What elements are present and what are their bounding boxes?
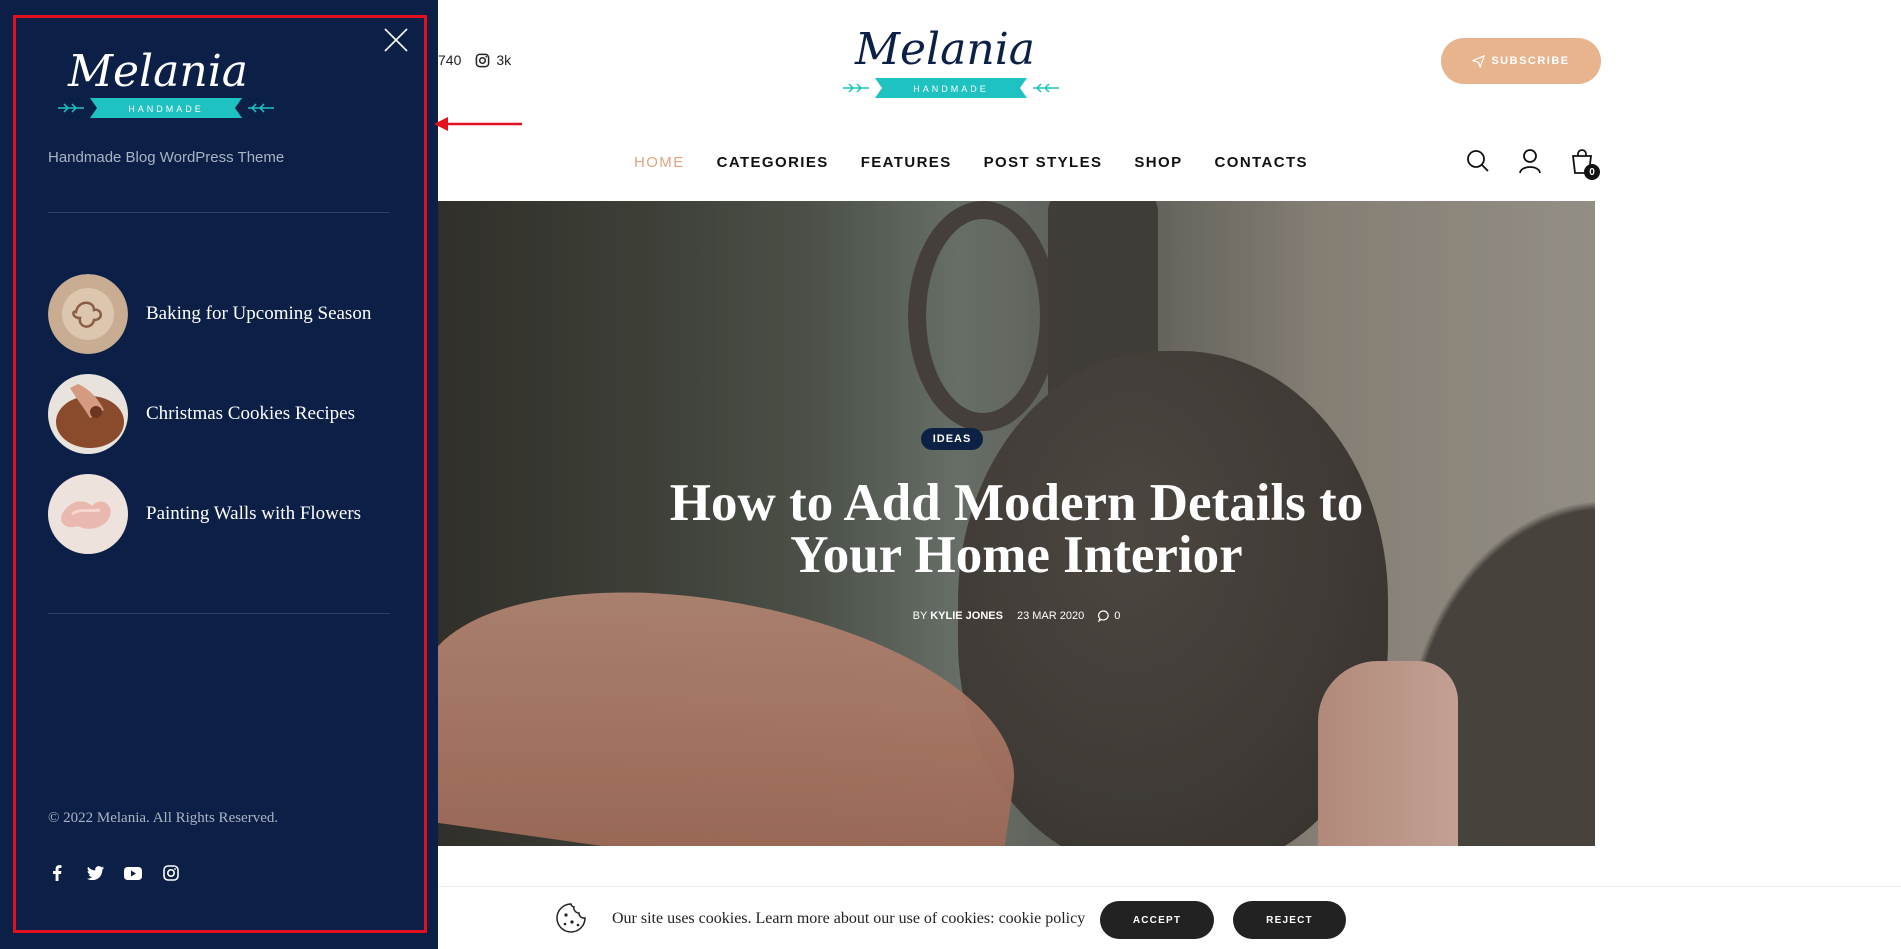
sidebar-divider xyxy=(48,212,390,213)
nav-item-contacts[interactable]: CONTACTS xyxy=(1215,154,1308,171)
instagram-link[interactable] xyxy=(162,864,180,882)
account-button[interactable] xyxy=(1518,148,1542,174)
nav-item-features[interactable]: FEATURES xyxy=(861,154,952,171)
category-badge[interactable]: IDEAS xyxy=(921,428,983,450)
close-icon[interactable] xyxy=(382,26,410,54)
subscribe-button[interactable]: SUBSCRIBE xyxy=(1441,38,1601,84)
comment-icon xyxy=(1098,610,1109,622)
hero-meta: BY KYLIE JONES 23 MAR 2020 0 xyxy=(438,610,1595,622)
cart-button[interactable]: 0 xyxy=(1570,148,1600,180)
post-title: Painting Walls with Flowers xyxy=(146,503,362,524)
header-social-counts: 740 3k xyxy=(438,52,511,68)
sidebar-tagline: Handmade Blog WordPress Theme xyxy=(48,149,285,166)
cart-count-badge: 0 xyxy=(1584,164,1600,180)
nav-item-categories[interactable]: CATEGORIES xyxy=(717,154,829,171)
accept-cookies-button[interactable]: ACCEPT xyxy=(1100,901,1214,939)
post-thumbnail[interactable] xyxy=(48,474,128,554)
search-button[interactable] xyxy=(1466,148,1490,174)
post-author: KYLIE JONES xyxy=(930,610,1003,622)
sidebar-social-links xyxy=(48,864,180,882)
social-count-partial[interactable]: 740 xyxy=(438,52,461,68)
cookie-banner: Our site uses cookies. Learn more about … xyxy=(438,886,1901,949)
logo-ribbon-text: HANDMADE xyxy=(913,84,989,94)
social-count-value: 740 xyxy=(438,52,462,68)
main-nav: HOME CATEGORIES FEATURES POST STYLES SHO… xyxy=(634,154,1308,171)
nav-item-shop[interactable]: SHOP xyxy=(1134,154,1182,171)
instagram-icon xyxy=(163,865,179,881)
user-icon xyxy=(1519,149,1541,174)
logo-script-text: Melania xyxy=(854,24,1035,75)
hero-featured-post[interactable]: IDEAS How to Add Modern Details to Your … xyxy=(438,201,1595,846)
post-thumbnail[interactable] xyxy=(48,374,128,454)
social-count-instagram[interactable]: 3k xyxy=(475,52,511,68)
post-date: 23 MAR 2020 xyxy=(1016,610,1085,622)
sidebar-post-item[interactable]: Christmas Cookies Recipes xyxy=(48,374,355,454)
sidebar-logo-ribbon-text: HANDMADE xyxy=(128,104,204,114)
post-comments[interactable]: 0 xyxy=(1098,610,1120,622)
cookie-icon xyxy=(556,903,586,933)
sidebar-logo-script-text: Melania xyxy=(67,46,248,97)
post-title: Christmas Cookies Recipes xyxy=(146,403,355,424)
post-title: Baking for Upcoming Season xyxy=(146,303,372,324)
youtube-link[interactable] xyxy=(124,864,142,882)
social-count-value: 3k xyxy=(496,52,512,68)
annotation-arrow-icon xyxy=(434,117,522,131)
hero-title-line-1: How to Add Modern Details to xyxy=(669,474,1364,532)
header-icons: 0 xyxy=(1466,148,1600,180)
copyright-text: © 2022 Melania. All Rights Reserved. xyxy=(48,810,279,826)
sidebar-logo[interactable]: Melania HANDMADE xyxy=(46,46,286,124)
post-thumbnail[interactable] xyxy=(48,274,128,354)
author-prefix: BY xyxy=(912,610,928,622)
sidebar-divider xyxy=(48,613,390,614)
facebook-link[interactable] xyxy=(48,864,66,882)
sidebar-post-item[interactable]: Baking for Upcoming Season xyxy=(48,274,371,354)
facebook-icon xyxy=(53,865,62,881)
youtube-icon xyxy=(124,866,142,880)
sidebar-post-item[interactable]: Painting Walls with Flowers xyxy=(48,474,361,554)
twitter-icon xyxy=(86,866,104,880)
instagram-icon xyxy=(476,53,490,67)
hero-title[interactable]: How to Add Modern Details to Your Home I… xyxy=(538,474,1495,584)
hero-content: IDEAS How to Add Modern Details to Your … xyxy=(438,201,1595,846)
site-logo[interactable]: Melania HANDMADE xyxy=(835,22,1065,102)
subscribe-label: SUBSCRIBE xyxy=(1491,55,1570,67)
hero-title-line-2: Your Home Interior xyxy=(790,526,1243,584)
twitter-link[interactable] xyxy=(86,864,104,882)
search-icon xyxy=(1467,150,1489,172)
cookie-text: Our site uses cookies. Learn more about … xyxy=(612,910,1086,927)
offcanvas-sidebar: Melania HANDMADE Handmade Blog WordPress… xyxy=(0,0,438,949)
nav-item-home[interactable]: HOME xyxy=(634,154,685,171)
send-icon xyxy=(1472,54,1486,68)
reject-cookies-button[interactable]: REJECT xyxy=(1233,901,1346,939)
post-author-line[interactable]: BY KYLIE JONES xyxy=(913,610,1003,622)
comments-count: 0 xyxy=(1114,610,1121,622)
nav-item-post-styles[interactable]: POST STYLES xyxy=(984,154,1103,171)
